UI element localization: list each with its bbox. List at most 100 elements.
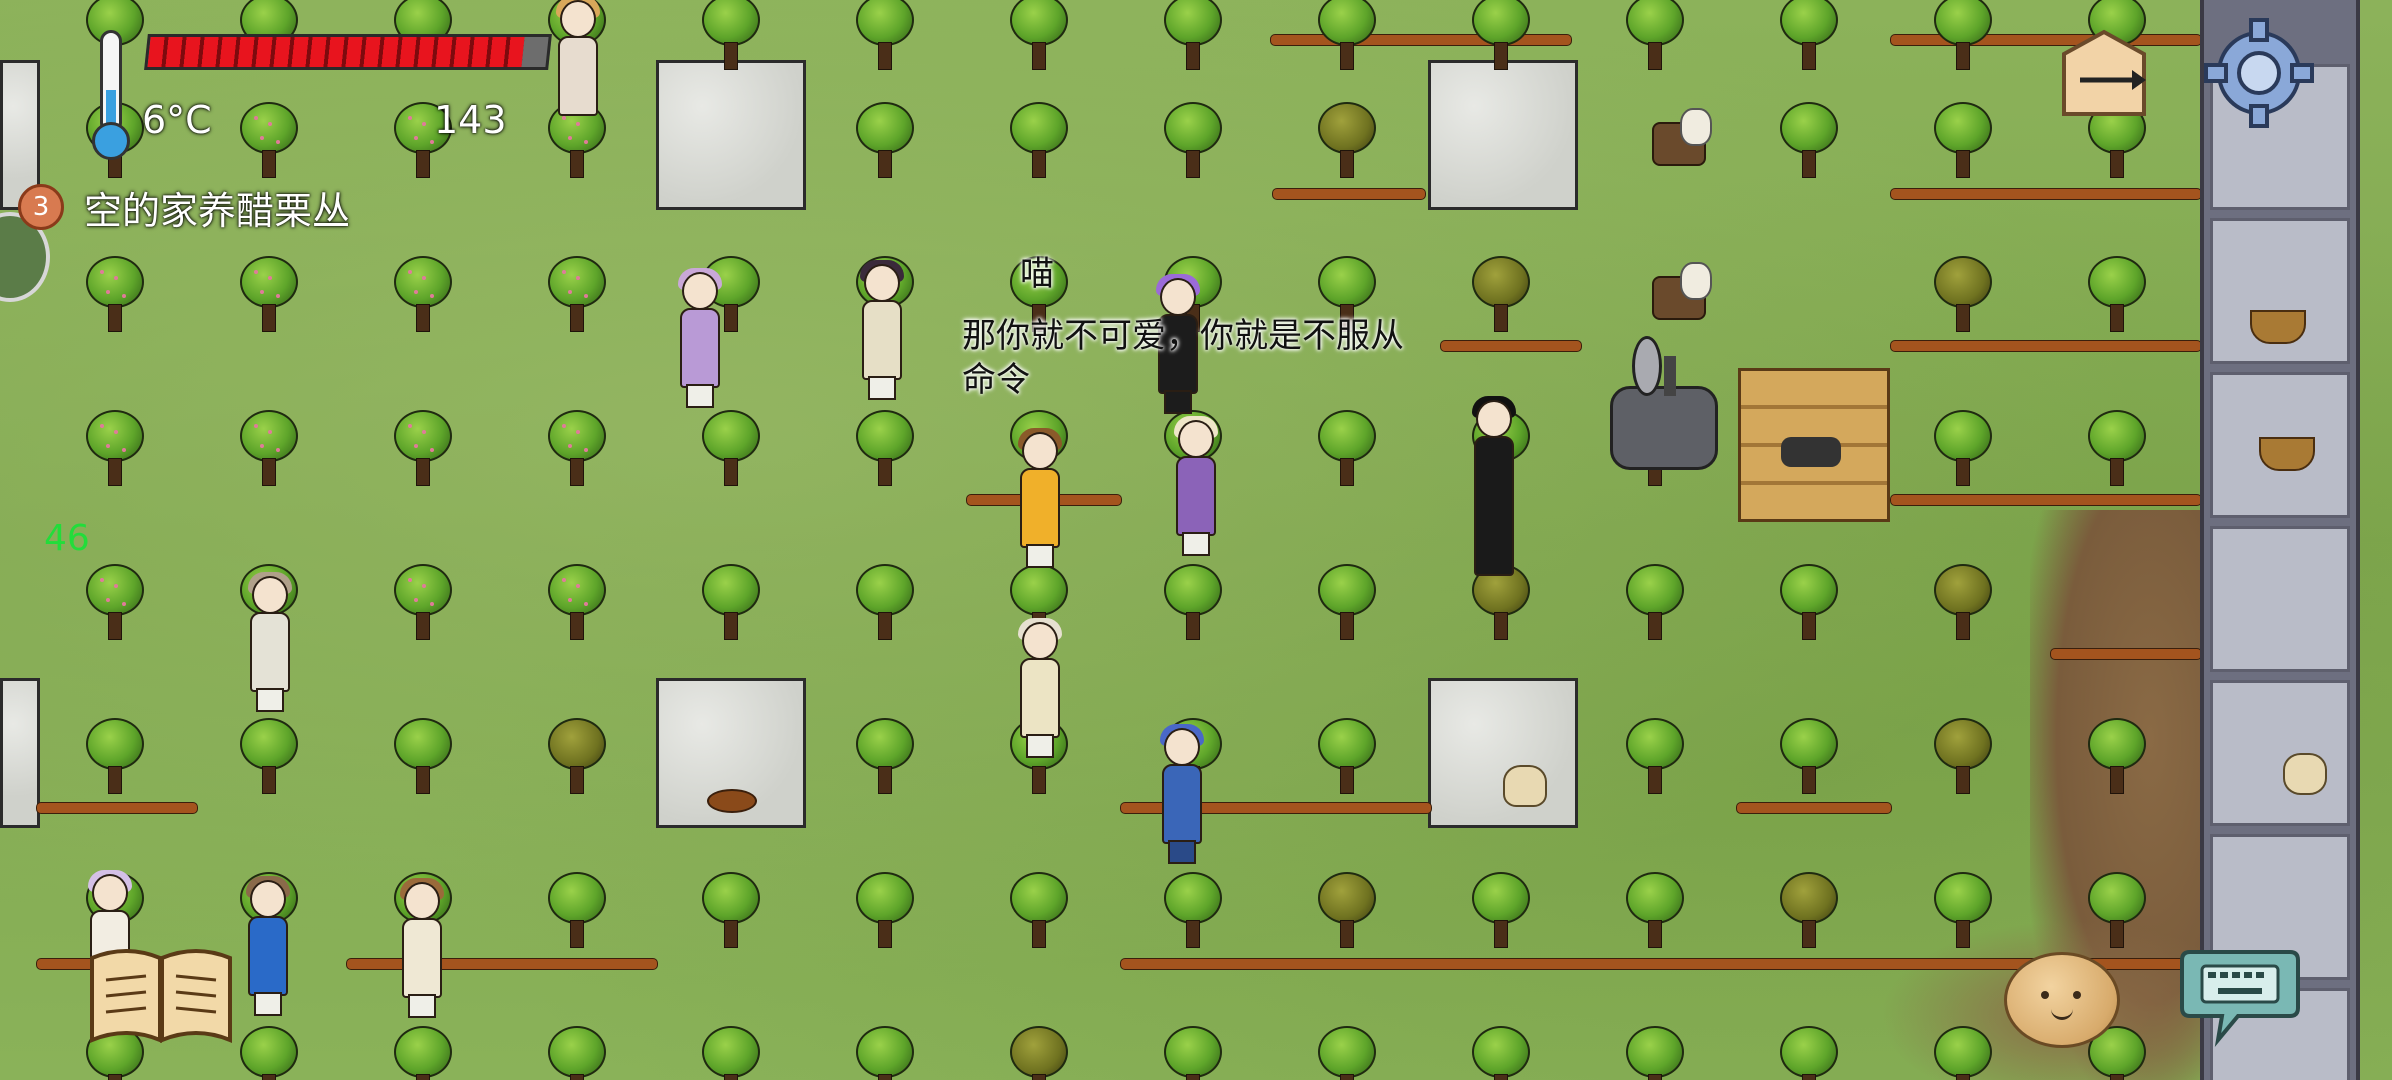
tree-icon[interactable] xyxy=(234,718,304,798)
tree-icon[interactable] xyxy=(850,718,920,798)
gooseberry-bush-icon[interactable] xyxy=(388,256,458,336)
tree-icon[interactable] xyxy=(1928,872,1998,952)
tree-icon[interactable] xyxy=(1928,102,1998,182)
stone-plot[interactable] xyxy=(1428,678,1578,828)
stone-plot[interactable] xyxy=(656,60,806,210)
stone-floor-tile[interactable] xyxy=(2210,680,2350,826)
tree-icon[interactable] xyxy=(388,718,458,798)
tree-icon[interactable] xyxy=(696,0,766,74)
stone-plot[interactable] xyxy=(656,678,806,828)
tree-icon[interactable] xyxy=(1158,0,1228,74)
tree-icon[interactable] xyxy=(388,1026,458,1080)
basket-icon[interactable] xyxy=(2250,310,2306,344)
tree-icon[interactable] xyxy=(1158,564,1228,644)
tree-icon[interactable] xyxy=(80,718,150,798)
tree-icon[interactable] xyxy=(1774,102,1844,182)
gooseberry-bush-icon[interactable] xyxy=(234,410,304,490)
villager[interactable] xyxy=(1166,416,1226,560)
gooseberry-bush-icon[interactable] xyxy=(234,102,304,182)
tree-icon[interactable] xyxy=(1466,872,1536,952)
villager[interactable] xyxy=(240,572,300,716)
gooseberry-bush-icon[interactable] xyxy=(80,256,150,336)
gooseberry-bush-icon[interactable] xyxy=(388,564,458,644)
tree-icon[interactable] xyxy=(1928,0,1998,74)
tree-icon[interactable] xyxy=(1774,872,1844,952)
gooseberry-bush-icon[interactable] xyxy=(80,564,150,644)
tree-icon[interactable] xyxy=(1312,102,1382,182)
stone-floor-tile[interactable] xyxy=(2210,526,2350,672)
tree-icon[interactable] xyxy=(696,410,766,490)
tree-stump-icon[interactable] xyxy=(1644,108,1714,166)
tree-icon[interactable] xyxy=(1466,256,1536,336)
tree-icon[interactable] xyxy=(1158,102,1228,182)
player-character[interactable] xyxy=(1152,724,1212,868)
tree-icon[interactable] xyxy=(850,0,920,74)
tree-icon[interactable] xyxy=(1928,718,1998,798)
tree-icon[interactable] xyxy=(1004,102,1074,182)
tree-icon[interactable] xyxy=(696,872,766,952)
keyboard-icon[interactable] xyxy=(2178,944,2302,1048)
tree-icon[interactable] xyxy=(1928,256,1998,336)
villager[interactable] xyxy=(852,260,912,404)
tree-icon[interactable] xyxy=(1774,0,1844,74)
tree-icon[interactable] xyxy=(1158,1026,1228,1080)
tree-icon[interactable] xyxy=(850,102,920,182)
tree-icon[interactable] xyxy=(542,872,612,952)
gooseberry-bush-icon[interactable] xyxy=(542,410,612,490)
stone-plot[interactable] xyxy=(0,678,40,828)
tree-icon[interactable] xyxy=(1620,564,1690,644)
gooseberry-bush-icon[interactable] xyxy=(234,256,304,336)
villager[interactable] xyxy=(1464,396,1524,590)
tree-icon[interactable] xyxy=(1004,1026,1074,1080)
tree-icon[interactable] xyxy=(1312,872,1382,952)
tree-icon[interactable] xyxy=(1774,564,1844,644)
stone-well-icon[interactable] xyxy=(1600,336,1728,476)
tree-icon[interactable] xyxy=(1312,410,1382,490)
tree-icon[interactable] xyxy=(2082,872,2152,952)
wooden-crate-icon[interactable] xyxy=(1738,368,1890,522)
tree-icon[interactable] xyxy=(1466,1026,1536,1080)
tree-icon[interactable] xyxy=(850,872,920,952)
tree-icon[interactable] xyxy=(542,718,612,798)
tree-icon[interactable] xyxy=(1004,0,1074,74)
tree-icon[interactable] xyxy=(850,564,920,644)
tree-icon[interactable] xyxy=(1774,1026,1844,1080)
tree-icon[interactable] xyxy=(1158,872,1228,952)
gooseberry-bush-icon[interactable] xyxy=(542,256,612,336)
tree-icon[interactable] xyxy=(1466,0,1536,74)
tree-icon[interactable] xyxy=(1928,1026,1998,1080)
villager[interactable] xyxy=(670,268,730,412)
gooseberry-bush-icon[interactable] xyxy=(80,410,150,490)
villager[interactable] xyxy=(392,878,452,1022)
tree-icon[interactable] xyxy=(1620,872,1690,952)
tree-icon[interactable] xyxy=(1312,0,1382,74)
tree-icon[interactable] xyxy=(1312,564,1382,644)
tree-icon[interactable] xyxy=(850,410,920,490)
tree-icon[interactable] xyxy=(1004,872,1074,952)
tree-icon[interactable] xyxy=(850,1026,920,1080)
tree-icon[interactable] xyxy=(1312,718,1382,798)
tree-icon[interactable] xyxy=(1312,1026,1382,1080)
tree-icon[interactable] xyxy=(234,1026,304,1080)
tree-icon[interactable] xyxy=(696,564,766,644)
tree-icon[interactable] xyxy=(2082,410,2152,490)
emote-face-icon[interactable] xyxy=(2004,952,2120,1048)
tree-icon[interactable] xyxy=(1928,410,1998,490)
tree-icon[interactable] xyxy=(696,1026,766,1080)
tree-icon[interactable] xyxy=(1620,1026,1690,1080)
villager[interactable] xyxy=(548,0,608,120)
tree-icon[interactable] xyxy=(1620,718,1690,798)
tree-icon[interactable] xyxy=(542,1026,612,1080)
tree-icon[interactable] xyxy=(1774,718,1844,798)
villager[interactable] xyxy=(238,876,298,1020)
book-icon[interactable] xyxy=(86,944,236,1048)
stone-floor-tile[interactable] xyxy=(2210,372,2350,518)
tree-icon[interactable] xyxy=(2082,256,2152,336)
villager[interactable] xyxy=(1010,428,1070,572)
game-world[interactable]: 喵 那你就不可爱，你就是不服从命令 xyxy=(0,0,2392,1080)
tree-icon[interactable] xyxy=(1620,0,1690,74)
gooseberry-bush-icon[interactable] xyxy=(542,564,612,644)
stone-plot[interactable] xyxy=(1428,60,1578,210)
tree-icon[interactable] xyxy=(2082,718,2152,798)
villager[interactable] xyxy=(1010,618,1070,762)
